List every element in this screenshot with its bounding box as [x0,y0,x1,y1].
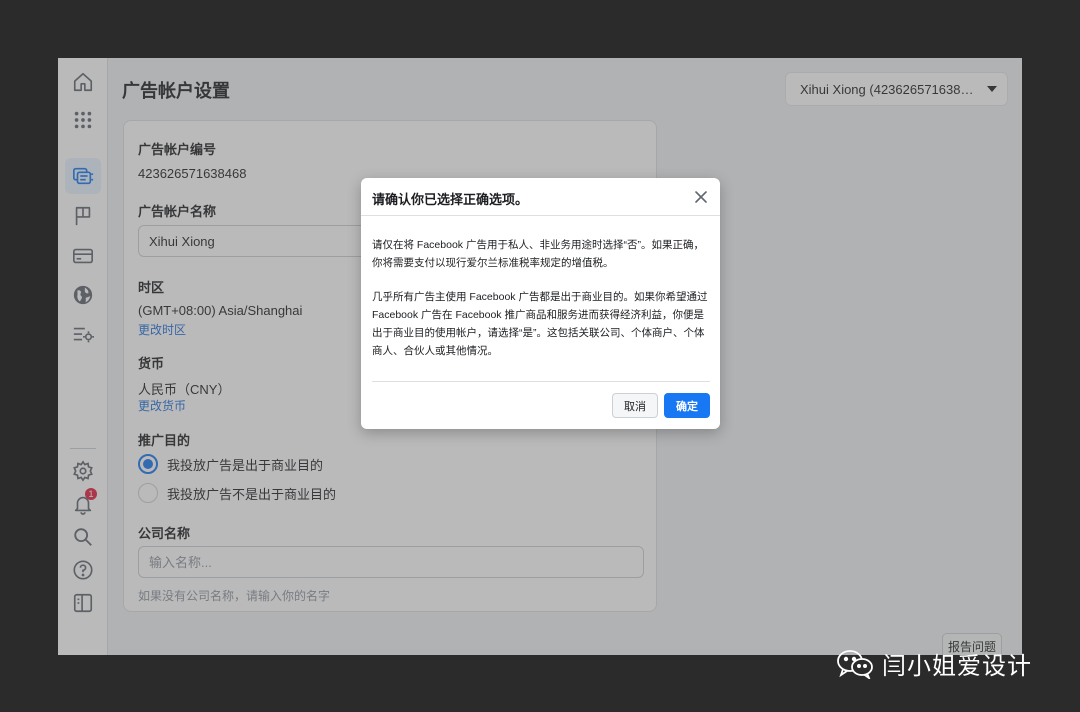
close-icon [695,191,707,203]
dialog-paragraph-2: 几乎所有广告主使用 Facebook 广告都是出于商业目的。如果你希望通过 Fa… [372,291,708,357]
dialog-close-button[interactable] [692,188,710,206]
ads-manager-window: 1 广告帐户设置 Xihui Xiong (42362657163846... … [58,58,1022,655]
cancel-button[interactable]: 取消 [612,393,658,418]
dialog-title: 请确认你已选择正确选项。 [372,192,529,207]
watermark: 闫小姐爱设计 [836,646,1032,681]
dialog-footer-divider [372,381,710,382]
dialog-paragraph-1: 请仅在将 Facebook 广告用于私人、非业务用途时选择“否”。如果正确，你将… [372,239,704,269]
dialog-header-divider [361,215,720,216]
confirm-dialog: 请确认你已选择正确选项。 请仅在将 Facebook 广告用于私人、非业务用途时… [361,178,720,429]
confirm-button[interactable]: 确定 [664,393,710,418]
watermark-text: 闫小姐爱设计 [882,653,1032,680]
wechat-logo-icon [837,649,873,679]
